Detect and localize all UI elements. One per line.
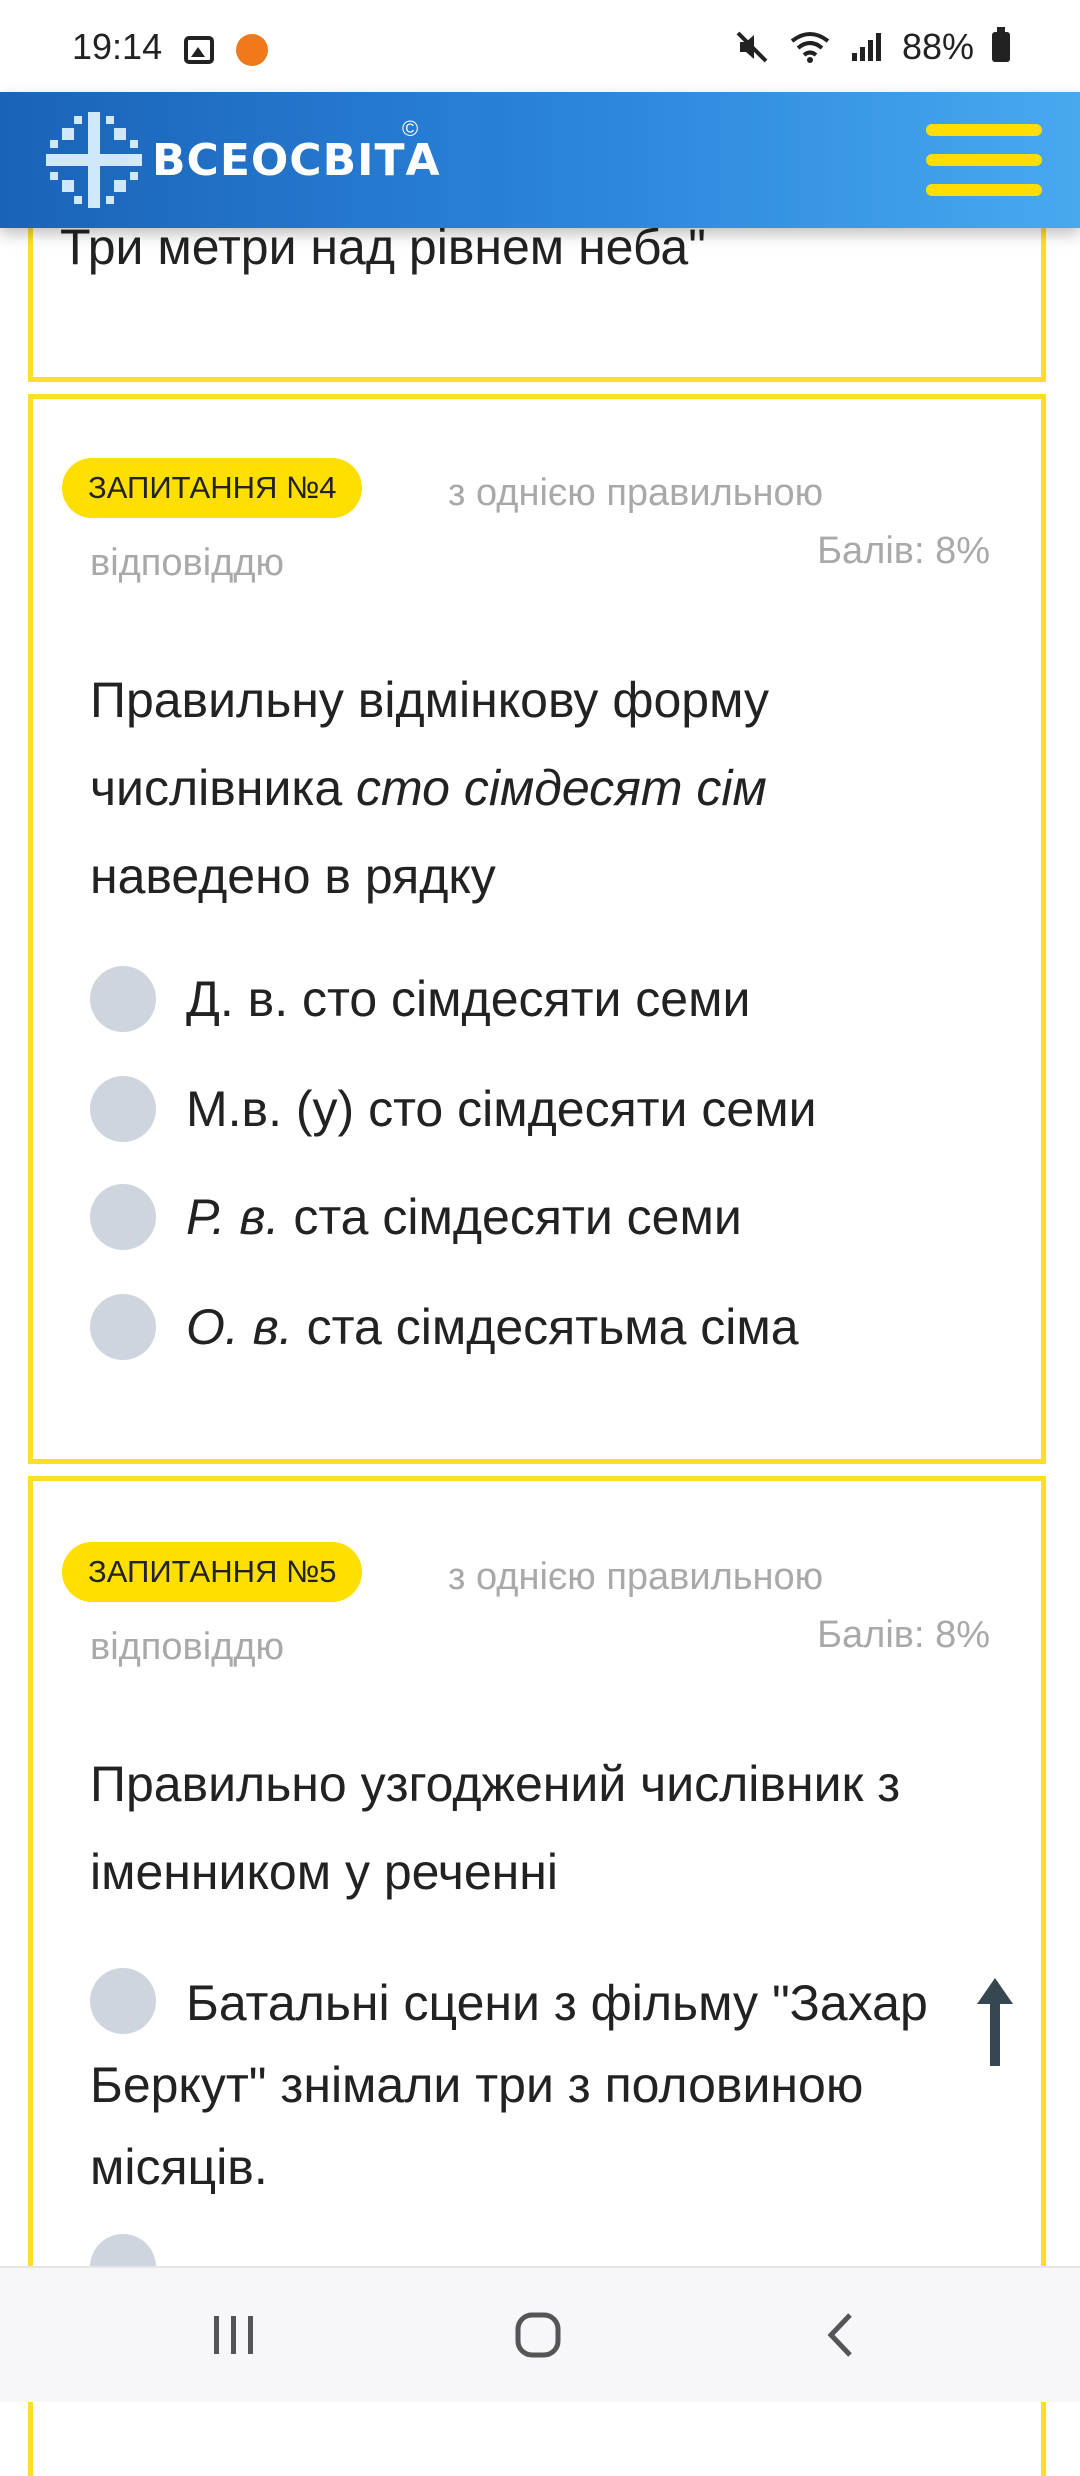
question-type: з однією правильною — [448, 472, 824, 514]
status-time: 19:14 — [72, 26, 163, 67]
logo-text: ВСЕОСВІТА — [152, 134, 441, 186]
home-icon — [515, 2312, 561, 2358]
question-points: Балів: 8% — [817, 530, 990, 572]
gallery-icon — [184, 36, 214, 64]
radio-button[interactable] — [90, 1967, 156, 2034]
radio-button[interactable] — [90, 1184, 156, 1250]
site-header: ВСЕОСВІТА © — [0, 92, 1080, 228]
battery-percent: 88% — [901, 26, 974, 67]
radio-button[interactable] — [90, 1294, 156, 1360]
answer-option[interactable]: Батальні сцени з фільму "Захар Беркут" з… — [90, 1962, 990, 2208]
question-points: Балів: 8% — [817, 1614, 990, 1656]
recent-apps-icon — [214, 2316, 253, 2354]
question-type-cont: відповіддю — [90, 1626, 284, 1668]
question-text: Правильно узгоджений числівник з іменник… — [90, 1756, 901, 1900]
back-icon — [827, 2313, 852, 2357]
home-button[interactable] — [458, 2268, 618, 2402]
question-text: Правильну відмінкову форму числівника ст… — [90, 672, 770, 904]
back-button[interactable] — [760, 2268, 920, 2402]
question-type: з однією правильною — [448, 1556, 824, 1598]
question-type-cont: відповіддю — [90, 542, 284, 584]
battery-icon — [992, 27, 1010, 62]
hamburger-menu-button[interactable] — [926, 124, 1042, 196]
radio-button[interactable] — [90, 1076, 156, 1142]
system-navigation-bar — [0, 2266, 1080, 2402]
hamburger-icon — [926, 124, 1042, 136]
radio-button[interactable] — [90, 966, 156, 1032]
question-number-badge: ЗАПИТАННЯ №5 — [62, 1542, 363, 1602]
answer-option[interactable]: О. в. ста сімдесятьма сіма — [90, 1294, 799, 1360]
answer-option[interactable]: Р. в. ста сімдесяти семи — [90, 1184, 742, 1250]
question-number-badge: ЗАПИТАННЯ №4 — [62, 458, 363, 518]
logo[interactable]: ВСЕОСВІТА — [40, 106, 441, 214]
snowflake-logo-icon — [46, 112, 142, 208]
copyright-mark: © — [402, 116, 419, 141]
status-bar: 19:14 88% — [0, 0, 1080, 92]
answer-option[interactable]: Д. в. сто сімдесяти семи — [90, 966, 750, 1032]
signal-icon — [851, 33, 881, 61]
mute-icon — [736, 31, 768, 63]
answer-option[interactable]: М.в. (у) сто сімдесяти семи — [90, 1076, 817, 1142]
scroll-to-top-arrow-icon[interactable] — [975, 1978, 1015, 2066]
recent-apps-button[interactable] — [154, 2268, 314, 2402]
wifi-icon — [790, 32, 830, 63]
app-icon — [236, 34, 268, 66]
